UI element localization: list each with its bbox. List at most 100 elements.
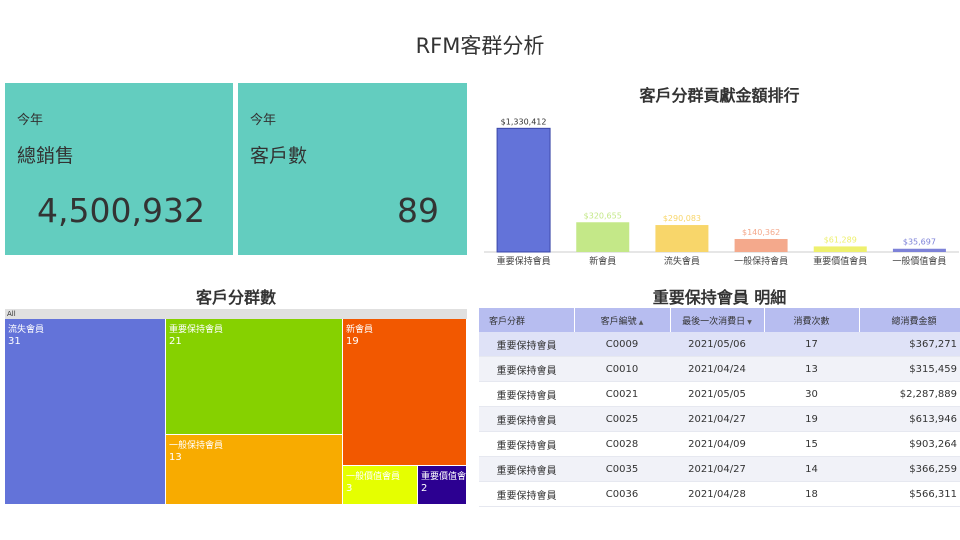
data-label: $61,289 [824,235,857,244]
column-header-purchase-count[interactable]: 消費次數 [764,308,860,332]
table-cell: $367,271 [859,332,960,357]
kpi-value: 4,500,932 [37,191,205,230]
table-cell: 18 [764,481,859,507]
treemap-tile[interactable]: 流失會員 31 [5,319,166,505]
table-cell: $613,946 [859,406,960,432]
table-cell: 重要保持會員 [479,431,574,457]
treemap-title: 客戶分群數 [195,288,276,307]
table-cell: 19 [764,406,859,432]
table-cell: $315,459 [859,356,960,382]
bar[interactable] [655,225,709,252]
column-header-last-purchase[interactable]: 最後一次消費日 ▼ [670,308,765,332]
table-cell: 2021/04/28 [670,481,764,507]
detail-table: 客戶分群 客戶編號 ▲ 最後一次消費日 ▼ 消費次數 總消費金額 重要保持會員 C00… [479,308,960,507]
x-tick-label: 一般保持會員 [734,255,788,267]
column-header-segment[interactable]: 客戶分群 [479,308,575,332]
data-label: $290,083 [663,214,701,223]
table-cell: C0035 [574,456,670,482]
table-cell: 重要保持會員 [479,456,574,482]
sort-ascending-icon: ▲ [638,318,644,326]
table-cell: $566,311 [859,481,960,507]
treemap-tile-value: 3 [346,483,353,494]
kpi-value: 89 [397,191,439,230]
x-tick-label: 重要保持會員 [497,255,551,267]
table-row[interactable]: 重要保持會員 C0021 2021/05/05 30 $2,287,889 [479,381,960,407]
x-tick-label: 重要價值會員 [813,255,867,267]
x-tick-label: 流失會員 [664,255,700,267]
table-cell: 17 [764,332,859,357]
treemap-tile-label: 重要保持會員 [169,325,224,335]
kpi-period: 今年 [17,113,44,128]
treemap-tile[interactable]: 一般保持會員 13 [166,435,343,505]
treemap-tile-label: 一般保持會員 [169,441,224,451]
data-label: $140,362 [742,228,780,237]
treemap-tile-value: 19 [346,336,359,347]
table-cell: 重要保持會員 [479,406,574,432]
kpi-label: 客戶數 [250,145,308,167]
table-cell: 重要保持會員 [479,332,574,357]
table-cell: 30 [764,381,859,407]
treemap-root-label[interactable]: All [5,309,467,319]
kpi-label: 總銷售 [17,145,75,167]
table-row[interactable]: 重要保持會員 C0036 2021/04/28 18 $566,311 [479,481,960,507]
treemap-tile-label: 一般價值會員 [346,472,401,482]
sort-descending-icon: ▼ [747,318,752,326]
bar[interactable] [496,127,551,253]
data-label: $35,697 [903,238,936,247]
table-cell: C0025 [574,406,670,432]
treemap-tile-value: 21 [169,336,182,347]
table-cell: $903,264 [859,431,960,457]
treemap[interactable]: All 流失會員 31 重要保持會員 21 新會員 19 一般保持會員 13 一般價值會員 3 重要… [5,309,467,505]
treemap-tile-label: 流失會員 [8,325,45,335]
table-cell: 重要保持會員 [479,356,574,382]
table-cell: C0036 [574,481,670,507]
table-cell: 重要保持會員 [479,381,574,407]
table-row[interactable]: 重要保持會員 C0025 2021/04/27 19 $613,946 [479,406,960,432]
treemap-tile-label: 重要價值會員 [421,472,467,482]
x-tick-label: 新會員 [589,255,616,267]
table-cell: $366,259 [859,456,960,482]
detail-table-container[interactable]: 客戶分群 客戶編號 ▲ 最後一次消費日 ▼ 消費次數 總消費金額 重要保持會員 C00… [479,308,960,508]
data-label: $1,330,412 [501,117,547,126]
table-cell: C0010 [574,356,670,382]
table-cell: C0028 [574,431,670,457]
bar[interactable] [576,222,630,252]
table-cell: 2021/04/27 [670,456,764,482]
table-row[interactable]: 重要保持會員 C0010 2021/04/24 13 $315,459 [479,356,960,382]
column-header-total-amount[interactable]: 總消費金額 [859,308,960,332]
treemap-tile-value: 2 [421,483,428,494]
kpi-card-total-sales: 今年 總銷售 4,500,932 [5,83,233,255]
bar[interactable] [734,238,788,252]
table-cell: 2021/04/27 [670,406,764,432]
table-cell: 2021/04/09 [670,431,764,457]
table-cell: C0009 [574,332,670,357]
table-cell: 13 [764,356,859,382]
table-cell: C0021 [574,381,670,407]
table-title: 重要保持會員 明細 [652,288,787,307]
table-header-row: 客戶分群 客戶編號 ▲ 最後一次消費日 ▼ 消費次數 總消費金額 [479,308,960,332]
table-cell: $2,287,889 [859,381,960,407]
table-row[interactable]: 重要保持會員 C0035 2021/04/27 14 $366,259 [479,456,960,482]
data-label: $320,655 [584,211,622,220]
x-tick-label: 一般價值會員 [892,255,946,267]
kpi-period: 今年 [250,113,277,128]
column-header-customer-id[interactable]: 客戶編號 ▲ [574,308,671,332]
table-row[interactable]: 重要保持會員 C0028 2021/04/09 15 $903,264 [479,431,960,457]
treemap-tile[interactable]: 一般價值會員 3 [343,466,418,505]
table-cell: 2021/05/06 [670,332,764,357]
bar[interactable] [813,246,867,252]
treemap-tile-value: 31 [8,336,21,347]
bar[interactable] [892,248,946,252]
treemap-tile[interactable]: 重要價值會員2 [418,466,467,505]
treemap-tile-label: 新會員 [346,325,374,335]
table-cell: 2021/04/24 [670,356,764,382]
table-row[interactable]: 重要保持會員 C0009 2021/05/06 17 $367,271 [479,332,960,357]
table-cell: 15 [764,431,859,457]
table-cell: 重要保持會員 [479,481,574,507]
treemap-tile[interactable]: 新會員 19 [343,319,467,466]
kpi-card-customer-count: 今年 客戶數 89 [238,83,467,255]
bar-chart: $1,330,412 重要保持會員 $320,655 新會員 $290,083 流失會員 $… [484,117,959,267]
treemap-tile[interactable]: 重要保持會員 21 [166,319,343,435]
treemap-tile-value: 13 [169,452,182,463]
page-title: RFM客群分析 [415,34,545,58]
